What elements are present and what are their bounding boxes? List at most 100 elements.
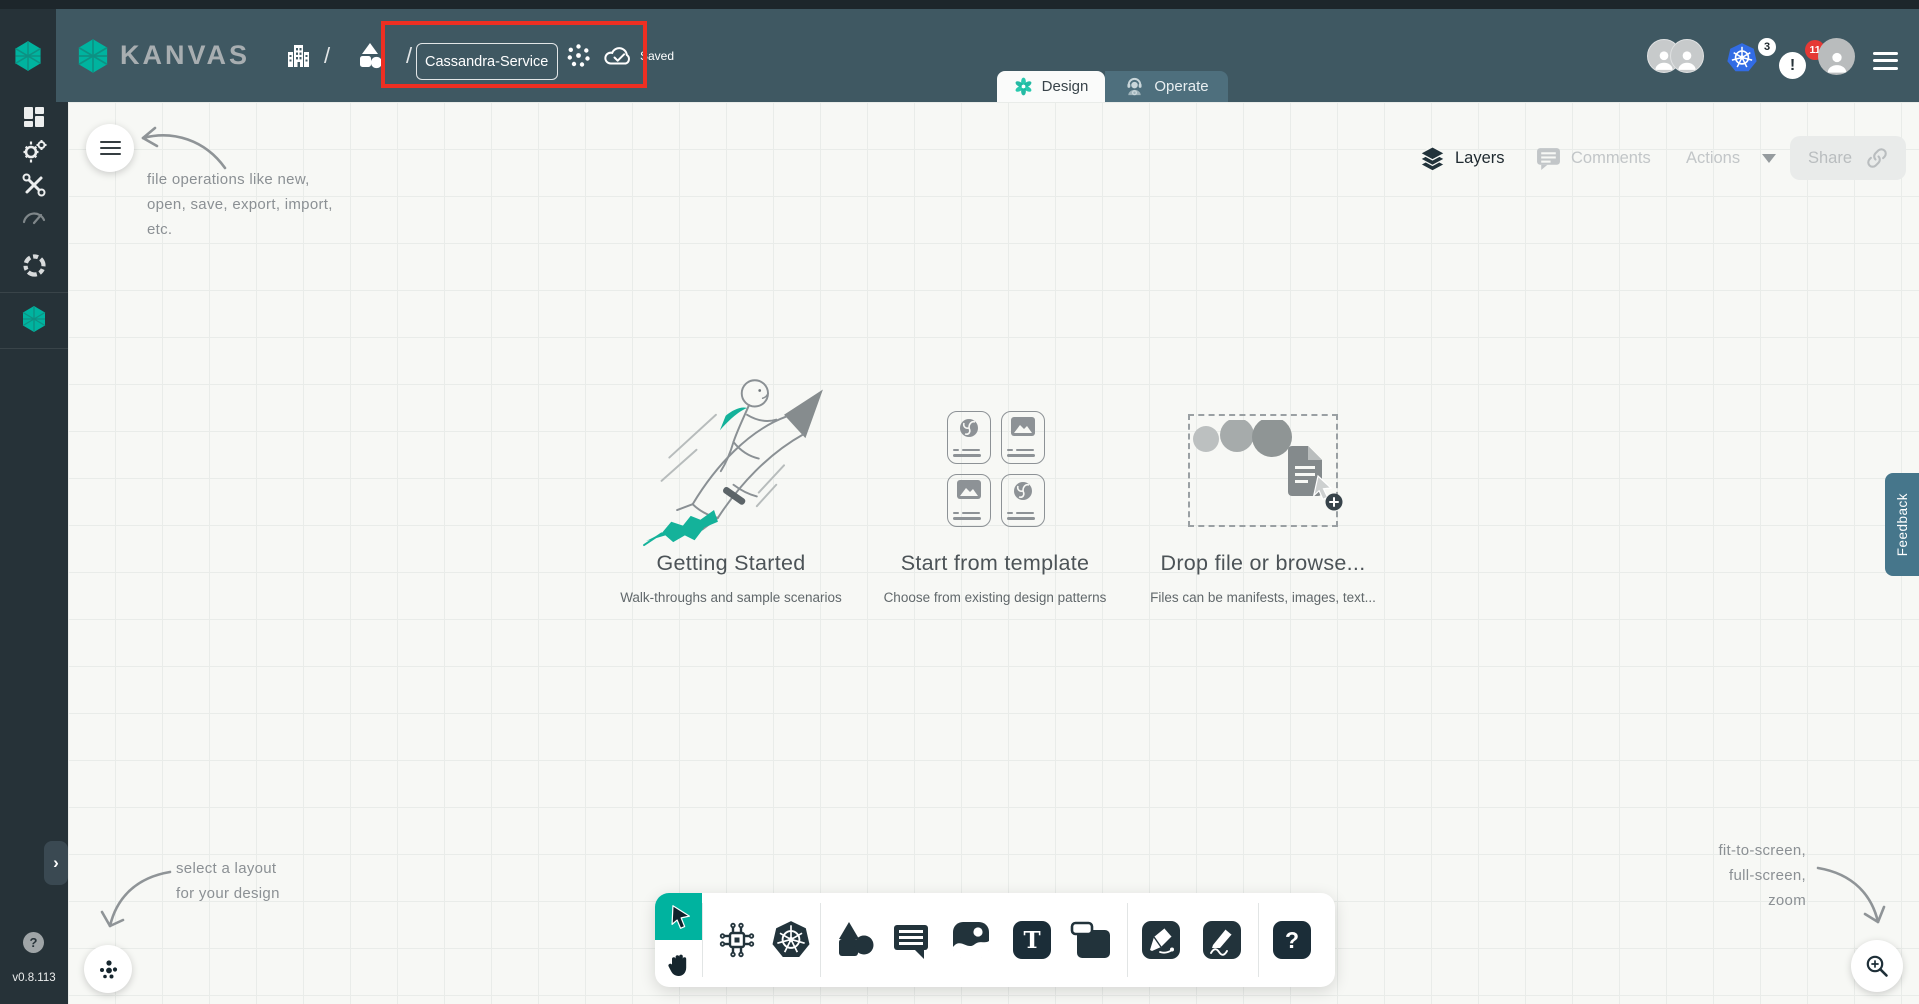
org-button[interactable] <box>285 9 312 102</box>
app-version: v0.8.113 <box>12 972 56 984</box>
breadcrumb-separator-1: / <box>324 42 331 68</box>
image-tool-icon <box>953 922 989 958</box>
annotation-zoom-controls: fit-to-screen, full-screen, zoom <box>1718 842 1806 909</box>
collaborator-avatar-2[interactable] <box>1670 38 1704 73</box>
cursor-icon <box>670 904 690 929</box>
operator-icon <box>1127 77 1142 96</box>
layers-label: Layers <box>1455 148 1505 167</box>
organization-icon <box>288 44 309 67</box>
drop-file-subtitle: Files can be manifests, images, text... <box>1150 590 1376 605</box>
freehand-tool-button[interactable] <box>1200 893 1244 987</box>
image-icon <box>1011 417 1035 436</box>
kanvas-logo-icon <box>78 38 108 73</box>
swirl-icon <box>1014 482 1032 500</box>
pencil-tool-icon <box>1203 921 1241 959</box>
sidebar-logo-block[interactable] <box>0 9 56 102</box>
comments-label: Comments <box>1571 148 1651 167</box>
layers-toggle[interactable]: Layers <box>1420 136 1505 180</box>
template-card <box>947 474 991 527</box>
feedback-label: Feedback <box>1894 492 1910 557</box>
gauge-icon <box>22 212 46 225</box>
kubernetes-tool-button[interactable] <box>769 893 813 987</box>
collaborator-avatars[interactable] <box>1647 9 1704 102</box>
text-tool-button[interactable]: T <box>1010 893 1054 987</box>
template-card <box>1001 411 1045 464</box>
comments-toggle[interactable]: Comments <box>1536 136 1651 180</box>
kubernetes-context-badge: 3 <box>1758 38 1776 56</box>
user-avatar[interactable] <box>1818 38 1855 75</box>
visibility-button[interactable] <box>565 9 592 102</box>
toolbar-divider <box>1127 903 1128 977</box>
tab-design[interactable]: Design <box>997 71 1105 102</box>
tab-operate-label: Operate <box>1154 78 1209 95</box>
components-tool-button[interactable] <box>715 893 759 987</box>
comment-tool-button[interactable] <box>889 893 933 987</box>
tab-operate[interactable]: Operate <box>1105 71 1228 102</box>
brand-name: KANVAS <box>120 40 251 70</box>
kanvas-app: KANVAS / / Cassandra-Service Saved 3 ! 1… <box>0 0 1919 1004</box>
image-tool-button[interactable] <box>949 893 993 987</box>
toolbar-help-button[interactable]: ? <box>1270 893 1314 987</box>
file-menu-button[interactable] <box>86 124 134 172</box>
designs-button[interactable] <box>354 9 386 102</box>
sidebar-item-insights[interactable] <box>0 252 68 279</box>
window-chrome-strip <box>0 0 1919 9</box>
alert-icon: ! <box>1779 52 1806 79</box>
shapes-tool-button[interactable] <box>833 893 877 987</box>
text-tool-icon: T <box>1013 921 1051 959</box>
comments-icon <box>1537 147 1560 170</box>
toolbar-divider <box>820 903 821 977</box>
help-icon: ? <box>29 935 38 950</box>
hand-icon <box>668 954 687 976</box>
gears-icon <box>23 140 46 163</box>
brand[interactable]: KANVAS <box>76 9 250 102</box>
pen-tool-icon <box>1142 921 1180 959</box>
layout-graph-icon <box>100 960 118 979</box>
template-card <box>947 411 991 464</box>
annotation-arrow-layout <box>100 870 172 928</box>
toolbar-divider <box>1258 903 1259 977</box>
kubernetes-wheel-icon <box>772 921 810 958</box>
person-icon <box>1827 52 1846 73</box>
layout-selector-button[interactable] <box>84 945 132 993</box>
save-status-button[interactable] <box>603 9 636 102</box>
header-menu-button[interactable] <box>1873 47 1898 74</box>
actions-dropdown[interactable]: Actions <box>1686 136 1777 180</box>
template-preview-grid[interactable] <box>947 411 1045 527</box>
sidebar-expand-button[interactable]: › <box>44 841 68 885</box>
notifications-button[interactable]: ! 11 <box>1779 40 1825 84</box>
section-tool-button[interactable] <box>1069 893 1113 987</box>
kubernetes-context-button[interactable]: 3 <box>1726 38 1776 82</box>
template-card <box>1001 474 1045 527</box>
swirl-icon <box>960 419 978 437</box>
saved-status-label: Saved <box>640 48 675 63</box>
bottom-toolbar: T ? <box>655 893 1335 987</box>
toolbar-divider <box>702 903 703 977</box>
layers-icon <box>1420 146 1445 171</box>
sidebar-item-performance[interactable] <box>0 205 68 229</box>
cloud-saved-icon <box>604 47 630 65</box>
sidebar-item-lifecycle[interactable] <box>0 138 68 164</box>
sidebar-item-dashboard[interactable] <box>0 105 68 129</box>
toolbar-help-icon: ? <box>1273 921 1311 959</box>
integration-chip-icon <box>719 922 755 958</box>
share-button[interactable]: Share <box>1790 136 1906 180</box>
sidebar-item-configuration[interactable] <box>0 172 68 198</box>
chevron-right-icon: › <box>53 853 59 872</box>
zoom-controls-button[interactable] <box>1851 940 1903 992</box>
drop-file-title[interactable]: Drop file or browse... <box>1103 551 1423 576</box>
kubernetes-icon <box>1727 43 1757 72</box>
sidebar-item-kanvas[interactable] <box>0 305 68 333</box>
chevron-down-icon <box>1762 153 1777 163</box>
sidebar-divider <box>0 348 68 349</box>
select-tool-button[interactable] <box>655 893 702 940</box>
sidebar-divider <box>0 292 68 293</box>
pen-tool-button[interactable] <box>1139 893 1183 987</box>
zoom-in-icon <box>1866 955 1888 977</box>
feedback-tab[interactable]: Feedback <box>1885 473 1919 576</box>
rocket-doodle-illustration[interactable] <box>640 372 825 547</box>
design-name-input[interactable] <box>416 43 558 80</box>
help-button[interactable]: ? <box>23 932 44 953</box>
kanvas-hexagon-icon <box>15 40 41 71</box>
pan-tool-button[interactable] <box>655 940 702 987</box>
